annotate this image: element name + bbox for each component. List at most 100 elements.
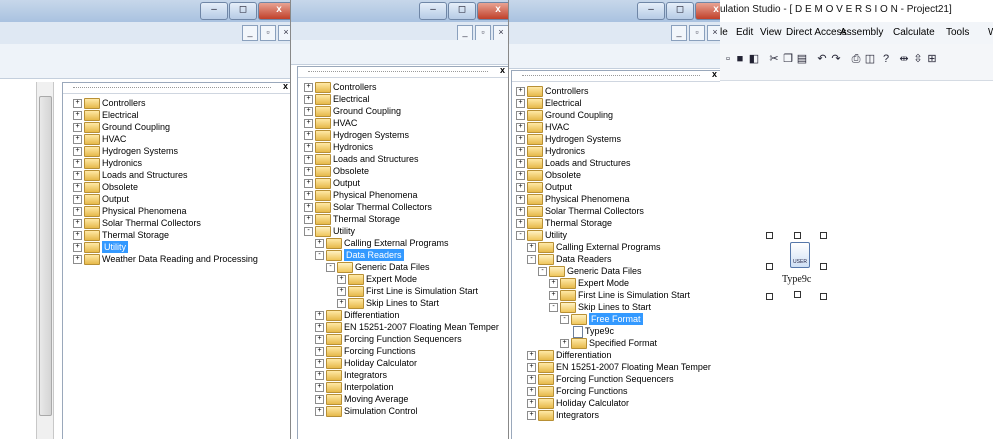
tree-folder-item[interactable]: + Interpolation bbox=[304, 381, 508, 393]
expand-icon[interactable]: + bbox=[516, 171, 525, 180]
expand-icon[interactable]: + bbox=[73, 135, 82, 144]
menu-item[interactable]: Assembly bbox=[840, 27, 883, 38]
mdi-minimize-button[interactable]: _ bbox=[457, 25, 473, 41]
expand-icon[interactable]: + bbox=[73, 255, 82, 264]
tree-folder-item[interactable]: + Forcing Functions bbox=[516, 385, 720, 397]
expand-icon[interactable]: + bbox=[73, 183, 82, 192]
tree-folder-item[interactable]: + First Line is Simulation Start bbox=[516, 289, 720, 301]
selection-handle[interactable] bbox=[794, 232, 801, 239]
tree-folder-item[interactable]: + Hydronics bbox=[73, 157, 290, 169]
tree-folder-item[interactable]: - Generic Data Files bbox=[516, 265, 720, 277]
collapse-icon[interactable]: - bbox=[315, 251, 324, 260]
mdi-close-button[interactable]: × bbox=[493, 25, 509, 41]
cut-icon[interactable]: ✂ bbox=[768, 53, 780, 65]
expand-icon[interactable]: + bbox=[73, 207, 82, 216]
expand-icon[interactable]: + bbox=[304, 155, 313, 164]
tree-folder-item[interactable]: + Solar Thermal Collectors bbox=[304, 201, 508, 213]
selection-handle[interactable] bbox=[820, 293, 827, 300]
expand-icon[interactable]: + bbox=[304, 203, 313, 212]
expand-icon[interactable]: + bbox=[73, 123, 82, 132]
type9c-component[interactable]: USER bbox=[790, 242, 810, 268]
tree-folder-item[interactable]: + Ground Coupling bbox=[304, 105, 508, 117]
expand-icon[interactable]: + bbox=[516, 219, 525, 228]
tree-folder-item[interactable]: + Controllers bbox=[516, 85, 720, 97]
close-button[interactable]: x bbox=[695, 2, 721, 20]
tree-folder-item[interactable]: + Moving Average bbox=[304, 393, 508, 405]
restore-button[interactable]: ◻ bbox=[666, 2, 694, 20]
expand-icon[interactable]: + bbox=[73, 171, 82, 180]
tree-folder-item[interactable]: + HVAC bbox=[304, 117, 508, 129]
tree-folder-item[interactable]: + Simulation Control bbox=[304, 405, 508, 417]
selection-handle[interactable] bbox=[820, 263, 827, 270]
tree-folder-item[interactable]: + Solar Thermal Collectors bbox=[73, 217, 290, 229]
collapse-icon[interactable]: - bbox=[560, 315, 569, 324]
expand-icon[interactable]: + bbox=[73, 147, 82, 156]
selection-handle[interactable] bbox=[794, 291, 801, 298]
minimize-button[interactable]: – bbox=[419, 2, 447, 20]
tree-folder-item[interactable]: - Generic Data Files bbox=[304, 261, 508, 273]
collapse-icon[interactable]: - bbox=[326, 263, 335, 272]
mdi-restore-button[interactable]: ▫ bbox=[689, 25, 705, 41]
expand-icon[interactable]: + bbox=[315, 395, 324, 404]
tree-folder-item[interactable]: + Output bbox=[516, 181, 720, 193]
mdi-restore-button[interactable]: ▫ bbox=[475, 25, 491, 41]
tree-folder-item[interactable]: + Differentiation bbox=[516, 349, 720, 361]
scrollbar-thumb[interactable] bbox=[39, 96, 52, 416]
tree-close-button[interactable]: x bbox=[712, 69, 717, 79]
tree-folder-item[interactable]: + Skip Lines to Start bbox=[304, 297, 508, 309]
expand-icon[interactable]: + bbox=[73, 99, 82, 108]
expand-icon[interactable]: + bbox=[337, 287, 346, 296]
menu-item[interactable]: le bbox=[720, 27, 728, 38]
mdi-minimize-button[interactable]: _ bbox=[671, 25, 687, 41]
expand-icon[interactable]: + bbox=[304, 95, 313, 104]
expand-icon[interactable]: + bbox=[560, 339, 569, 348]
expand-icon[interactable]: + bbox=[527, 243, 536, 252]
expand-icon[interactable]: + bbox=[527, 375, 536, 384]
collapse-icon[interactable]: - bbox=[527, 255, 536, 264]
expand-icon[interactable]: + bbox=[516, 135, 525, 144]
expand-icon[interactable]: + bbox=[315, 239, 324, 248]
tree-folder-item[interactable]: + Forcing Function Sequencers bbox=[516, 373, 720, 385]
tree-folder-item[interactable]: + Physical Phenomena bbox=[73, 205, 290, 217]
tree-folder-item[interactable]: + Solar Thermal Collectors bbox=[516, 205, 720, 217]
tree-folder-item[interactable]: + Loads and Structures bbox=[516, 157, 720, 169]
expand-icon[interactable]: + bbox=[516, 99, 525, 108]
selection-handle[interactable] bbox=[766, 232, 773, 239]
minimize-button[interactable]: – bbox=[200, 2, 228, 20]
tree-folder-item[interactable]: + First Line is Simulation Start bbox=[304, 285, 508, 297]
print-icon[interactable]: ⎙ bbox=[850, 53, 862, 65]
expand-icon[interactable]: + bbox=[516, 123, 525, 132]
collapse-icon[interactable]: - bbox=[549, 303, 558, 312]
expand-icon[interactable]: + bbox=[73, 219, 82, 228]
menu-item[interactable]: Edit bbox=[736, 27, 753, 38]
tree-folder-item[interactable]: + Specified Format bbox=[516, 337, 720, 349]
mdi-close-button[interactable]: × bbox=[707, 25, 721, 41]
tree-folder-item[interactable]: + Hydrogen Systems bbox=[304, 129, 508, 141]
expand-icon[interactable]: + bbox=[527, 411, 536, 420]
selection-handle[interactable] bbox=[766, 263, 773, 270]
expand-icon[interactable]: + bbox=[304, 107, 313, 116]
tree-folder-item[interactable]: + Weather Data Reading and Processing bbox=[73, 253, 290, 265]
tree-folder-item[interactable]: + Output bbox=[304, 177, 508, 189]
expand-icon[interactable]: + bbox=[516, 159, 525, 168]
expand-icon[interactable]: + bbox=[73, 243, 82, 252]
tree-leaf-item[interactable]: Type9c bbox=[516, 325, 720, 338]
tree-folder-item[interactable]: + Electrical bbox=[73, 109, 290, 121]
expand-icon[interactable]: + bbox=[337, 299, 346, 308]
expand-icon[interactable]: + bbox=[516, 195, 525, 204]
menu-item[interactable]: View bbox=[760, 27, 782, 38]
mdi-restore-button[interactable]: ▫ bbox=[260, 25, 276, 41]
tree-folder-item[interactable]: + Obsolete bbox=[304, 165, 508, 177]
tree-folder-item[interactable]: + Integrators bbox=[304, 369, 508, 381]
expand-icon[interactable]: + bbox=[73, 159, 82, 168]
tree-folder-item[interactable]: - Utility bbox=[304, 225, 508, 237]
tree-folder-item[interactable]: + EN 15251-2007 Floating Mean Temper bbox=[516, 361, 720, 373]
tree-close-button[interactable]: x bbox=[500, 65, 505, 75]
tree-folder-item[interactable]: + Holiday Calculator bbox=[304, 357, 508, 369]
preview-icon[interactable]: ◫ bbox=[864, 53, 876, 65]
expand-icon[interactable]: + bbox=[73, 195, 82, 204]
tree-folder-item[interactable]: - Skip Lines to Start bbox=[516, 301, 720, 313]
save-icon[interactable]: ■ bbox=[734, 53, 746, 65]
tree-folder-item[interactable]: + Physical Phenomena bbox=[516, 193, 720, 205]
tree-folder-item[interactable]: + HVAC bbox=[73, 133, 290, 145]
